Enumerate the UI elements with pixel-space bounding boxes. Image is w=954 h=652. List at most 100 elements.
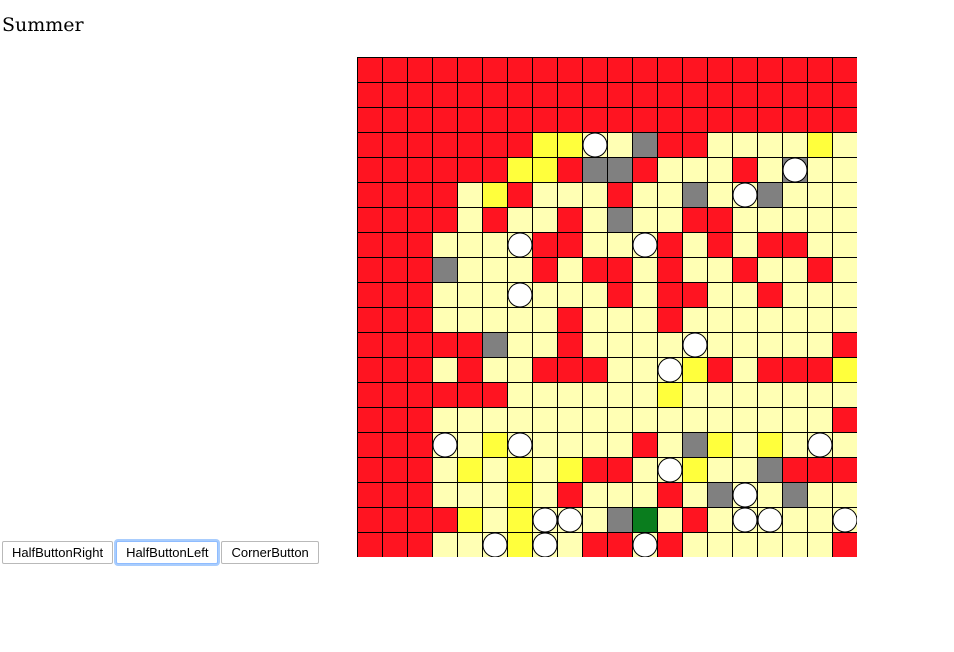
yellow-cell[interactable] [557,457,583,483]
pale-cell[interactable] [782,382,808,408]
red-cell[interactable] [382,82,408,108]
red-cell[interactable] [457,132,483,158]
pale-cell[interactable] [632,357,658,383]
red-cell[interactable] [632,432,658,458]
red-cell[interactable] [657,482,683,508]
red-cell[interactable] [532,107,558,133]
red-cell[interactable] [382,182,408,208]
pale-cell[interactable] [432,532,458,558]
pale-cell[interactable] [807,282,833,308]
pale-cell[interactable] [482,357,508,383]
ball-piece[interactable] [682,332,708,358]
red-cell[interactable] [357,132,383,158]
pale-cell[interactable] [707,182,733,208]
red-cell[interactable] [357,532,383,558]
red-cell[interactable] [407,457,433,483]
pale-cell[interactable] [482,307,508,333]
pale-cell[interactable] [682,257,708,283]
red-cell[interactable] [482,132,508,158]
pale-cell[interactable] [532,407,558,433]
pale-cell[interactable] [757,407,783,433]
pale-cell[interactable] [582,282,608,308]
red-cell[interactable] [407,232,433,258]
red-cell[interactable] [557,157,583,183]
pale-cell[interactable] [657,157,683,183]
game-board-grid[interactable] [357,57,857,557]
pale-cell[interactable] [532,182,558,208]
gray-cell[interactable] [682,182,708,208]
red-cell[interactable] [432,107,458,133]
ball-piece[interactable] [532,507,558,533]
pale-cell[interactable] [757,482,783,508]
yellow-cell[interactable] [682,457,708,483]
red-cell[interactable] [807,107,833,133]
pale-cell[interactable] [832,232,858,258]
red-cell[interactable] [757,57,783,83]
red-cell[interactable] [832,332,858,358]
red-cell[interactable] [807,257,833,283]
red-cell[interactable] [382,457,408,483]
pale-cell[interactable] [757,157,783,183]
red-cell[interactable] [432,332,458,358]
pale-cell[interactable] [632,282,658,308]
red-cell[interactable] [607,457,633,483]
red-cell[interactable] [682,207,708,233]
pale-cell[interactable] [732,132,758,158]
pale-cell[interactable] [532,382,558,408]
red-cell[interactable] [382,107,408,133]
red-cell[interactable] [632,57,658,83]
red-cell[interactable] [407,82,433,108]
red-cell[interactable] [357,207,383,233]
pale-cell[interactable] [657,182,683,208]
pale-cell[interactable] [457,257,483,283]
pale-cell[interactable] [757,307,783,333]
pale-cell[interactable] [532,432,558,458]
pale-cell[interactable] [632,207,658,233]
red-cell[interactable] [807,457,833,483]
red-cell[interactable] [457,382,483,408]
red-cell[interactable] [482,157,508,183]
pale-cell[interactable] [482,457,508,483]
pale-cell[interactable] [557,432,583,458]
pale-cell[interactable] [682,232,708,258]
red-cell[interactable] [357,432,383,458]
red-cell[interactable] [407,107,433,133]
pale-cell[interactable] [732,207,758,233]
pale-cell[interactable] [432,232,458,258]
red-cell[interactable] [357,82,383,108]
gray-cell[interactable] [782,482,808,508]
red-cell[interactable] [607,532,633,558]
red-cell[interactable] [407,382,433,408]
red-cell[interactable] [357,507,383,533]
pale-cell[interactable] [757,382,783,408]
red-cell[interactable] [832,457,858,483]
ball-piece[interactable] [757,507,783,533]
red-cell[interactable] [407,482,433,508]
red-cell[interactable] [657,257,683,283]
pale-cell[interactable] [457,532,483,558]
pale-cell[interactable] [782,282,808,308]
pale-cell[interactable] [807,332,833,358]
red-cell[interactable] [707,107,733,133]
gray-cell[interactable] [607,507,633,533]
pale-cell[interactable] [607,307,633,333]
gray-cell[interactable] [482,332,508,358]
yellow-cell[interactable] [507,157,533,183]
ball-piece[interactable] [632,232,658,258]
ball-piece[interactable] [557,507,583,533]
red-cell[interactable] [757,82,783,108]
red-cell[interactable] [632,107,658,133]
pale-cell[interactable] [682,532,708,558]
red-cell[interactable] [582,257,608,283]
red-cell[interactable] [382,307,408,333]
yellow-cell[interactable] [507,532,533,558]
ball-piece[interactable] [582,132,608,158]
yellow-cell[interactable] [482,432,508,458]
red-cell[interactable] [557,232,583,258]
red-cell[interactable] [382,207,408,233]
pale-cell[interactable] [832,257,858,283]
red-cell[interactable] [407,132,433,158]
pale-cell[interactable] [832,432,858,458]
pale-cell[interactable] [532,482,558,508]
pale-cell[interactable] [682,307,708,333]
